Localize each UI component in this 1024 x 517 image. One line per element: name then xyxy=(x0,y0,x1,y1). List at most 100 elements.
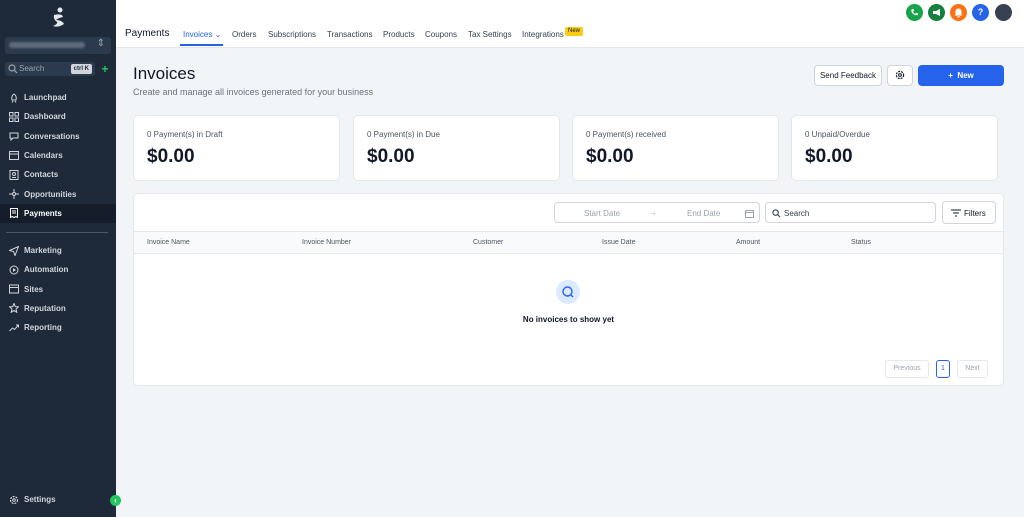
tab-orders[interactable]: Orders xyxy=(232,30,256,39)
filters-button[interactable]: Filters xyxy=(942,201,996,224)
tab-integrations[interactable]: Integrations xyxy=(522,30,564,39)
help-button[interactable]: ? xyxy=(972,4,989,21)
table-header: Invoice Name Invoice Number Customer Iss… xyxy=(134,231,1003,254)
new-button-label: New xyxy=(957,71,974,80)
sidebar-item-label: Dashboard xyxy=(24,112,66,122)
start-date-input[interactable]: Start Date xyxy=(584,209,620,218)
tab-subscriptions[interactable]: Subscriptions xyxy=(268,30,316,39)
collapse-sidebar-button[interactable]: ‹ xyxy=(110,495,121,506)
sidebar-item-dashboard[interactable]: Dashboard xyxy=(0,107,116,126)
invoice-search-input[interactable]: Search xyxy=(765,202,936,223)
brand-logo-icon xyxy=(53,7,64,27)
page-subtitle: Create and manage all invoices generated… xyxy=(133,87,374,97)
sidebar-item-contacts[interactable]: Contacts xyxy=(0,165,116,184)
sidebar-item-payments[interactable]: Payments xyxy=(0,203,116,223)
account-switcher[interactable]: ⇕ xyxy=(5,37,111,54)
active-tab-indicator xyxy=(180,44,223,46)
sidebar-item-reporting[interactable]: Reporting xyxy=(0,318,116,337)
search-label: Search xyxy=(19,64,45,73)
phone-button[interactable] xyxy=(906,4,923,21)
date-range-picker[interactable]: Start Date → End Date xyxy=(554,202,760,223)
stat-card-overdue: 0 Unpaid/Overdue $0.00 xyxy=(791,115,998,181)
search-icon xyxy=(8,64,18,74)
column-header-amount[interactable]: Amount xyxy=(736,239,760,246)
sidebar-item-label: Calendars xyxy=(24,150,63,160)
tab-transactions[interactable]: Transactions xyxy=(327,30,373,39)
sidebar-item-label: Launchpad xyxy=(24,93,67,102)
rocket-icon xyxy=(11,92,17,103)
sidebar-item-label: Reputation xyxy=(24,303,66,313)
plus-icon: + xyxy=(948,71,953,80)
tab-products[interactable]: Products xyxy=(383,30,415,39)
sidebar-item-launchpad[interactable]: Launchpad xyxy=(0,88,116,107)
stat-label: 0 Payment(s) received xyxy=(586,130,667,139)
sidebar-divider xyxy=(6,232,108,233)
column-header-status[interactable]: Status xyxy=(851,239,871,246)
sidebar: ⇕ Search ctrl K + Launchpad Dashboard Conv… xyxy=(0,0,121,517)
contacts-icon xyxy=(9,169,19,180)
new-invoice-button[interactable]: + New xyxy=(918,65,1004,86)
stat-value: $0.00 xyxy=(367,146,415,167)
phone-icon xyxy=(911,9,918,16)
sidebar-item-automation[interactable]: Automation xyxy=(0,260,116,279)
settings-button[interactable] xyxy=(887,65,913,86)
help-icon: ? xyxy=(977,7,984,17)
column-header-issue-date[interactable]: Issue Date xyxy=(602,239,635,246)
tab-tax-settings[interactable]: Tax Settings xyxy=(468,30,512,39)
sidebar-item-conversations[interactable]: Conversations xyxy=(0,127,116,146)
sidebar-item-sites[interactable]: Sites xyxy=(0,280,116,299)
sidebar-item-label: Opportunities xyxy=(24,189,77,199)
sidebar-item-marketing[interactable]: Marketing xyxy=(0,241,116,260)
tab-coupons[interactable]: Coupons xyxy=(425,30,457,39)
column-header-invoice-name[interactable]: Invoice Name xyxy=(147,239,190,246)
stat-card-received: 0 Payment(s) received $0.00 xyxy=(572,115,779,181)
grid-icon xyxy=(9,111,19,122)
empty-state-icon xyxy=(556,280,580,304)
stat-label: 0 Unpaid/Overdue xyxy=(805,130,870,139)
page-section-title: Payments xyxy=(125,28,170,39)
stat-label: 0 Payment(s) in Due xyxy=(367,130,440,139)
quick-add-button[interactable]: + xyxy=(99,62,111,76)
sidebar-item-opportunities[interactable]: Opportunities xyxy=(0,185,116,204)
star-icon xyxy=(9,303,19,314)
sidebar-item-label: Contacts xyxy=(24,170,59,180)
search-placeholder: Search xyxy=(784,209,810,218)
invoices-table-panel: Start Date → End Date Search Filters Inv… xyxy=(133,193,1004,386)
page-title: Invoices xyxy=(133,64,196,83)
funnel-icon xyxy=(9,189,19,199)
sidebar-search[interactable]: Search ctrl K xyxy=(5,62,95,76)
column-header-invoice-number[interactable]: Invoice Number xyxy=(302,239,351,246)
sidebar-item-label: Conversations xyxy=(24,131,80,141)
sidebar-item-calendars[interactable]: Calendars xyxy=(0,146,116,165)
end-date-input[interactable]: End Date xyxy=(687,209,720,218)
top-bar: Payments Invoices ⌄ Orders Subscriptions… xyxy=(116,0,1024,48)
receipt-icon xyxy=(10,208,18,219)
page-number-button[interactable]: 1 xyxy=(936,360,950,378)
sidebar-item-settings[interactable]: Settings xyxy=(0,490,116,509)
chevron-down-icon: ⌄ xyxy=(214,30,222,39)
sidebar-item-reputation[interactable]: Reputation xyxy=(0,299,116,318)
search-icon xyxy=(562,286,574,298)
stat-card-due: 0 Payment(s) in Due $0.00 xyxy=(353,115,560,181)
automation-icon xyxy=(9,265,19,275)
chevron-updown-icon: ⇕ xyxy=(96,38,105,49)
empty-state-message: No invoices to show yet xyxy=(522,315,615,324)
filter-icon xyxy=(951,209,961,217)
filters-label: Filters xyxy=(964,209,986,218)
trend-icon xyxy=(9,324,19,332)
stat-value: $0.00 xyxy=(805,146,853,167)
notifications-button[interactable] xyxy=(950,4,967,21)
send-feedback-button[interactable]: Send Feedback xyxy=(814,65,882,86)
announcements-button[interactable] xyxy=(928,4,945,21)
arrow-right-icon: → xyxy=(649,208,657,217)
next-page-button[interactable]: Next xyxy=(957,360,988,378)
gear-icon xyxy=(9,495,19,504)
sidebar-item-label: Settings xyxy=(24,495,56,504)
column-header-customer[interactable]: Customer xyxy=(473,239,503,246)
sidebar-item-label: Payments xyxy=(24,208,62,218)
tab-invoices[interactable]: Invoices ⌄ xyxy=(183,30,221,39)
calendar-icon xyxy=(745,210,754,218)
search-shortcut: ctrl K xyxy=(70,64,92,74)
user-avatar[interactable] xyxy=(995,4,1012,21)
previous-page-button[interactable]: Previous xyxy=(885,360,929,378)
